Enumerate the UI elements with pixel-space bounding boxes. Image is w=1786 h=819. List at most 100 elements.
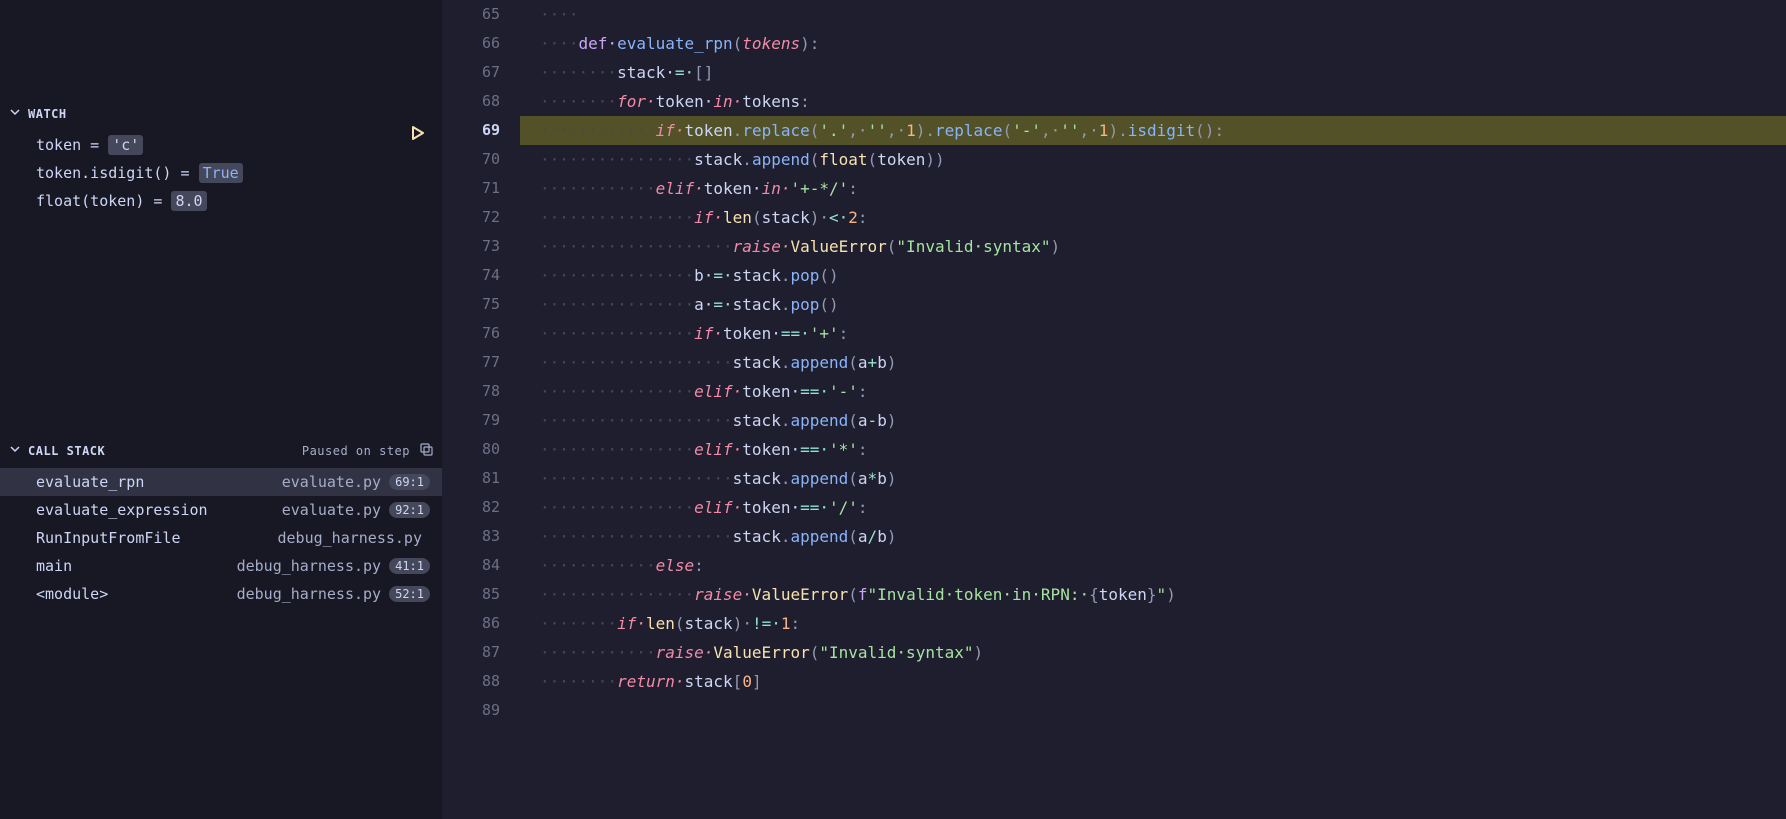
watch-value: 'c' [108, 135, 143, 155]
token: len [646, 614, 675, 633]
code-line[interactable]: ····················raise·ValueError("In… [520, 232, 1786, 261]
code-area[interactable]: ········def·evaluate_rpn(tokens):·······… [520, 0, 1786, 819]
code-line[interactable]: ············elif·token·in·'+-*/': [520, 174, 1786, 203]
watch-title: WATCH [28, 107, 67, 121]
whitespace: ···················· [540, 527, 733, 546]
line-number[interactable]: 70 [442, 145, 500, 174]
call-stack-section-header[interactable]: CALL STACK Paused on step [0, 435, 442, 466]
line-number[interactable]: 77 [442, 348, 500, 377]
code-line[interactable]: ············if·token.replace('.',·'',·1)… [520, 116, 1786, 145]
token: else [656, 556, 695, 575]
code-line[interactable]: ····def·evaluate_rpn(tokens): [520, 29, 1786, 58]
whitespace: ················ [540, 150, 694, 169]
code-line[interactable]: ················if·len(stack)·<·2: [520, 203, 1786, 232]
line-number[interactable]: 71 [442, 174, 500, 203]
token: stack [733, 295, 781, 314]
whitespace: ············ [540, 121, 656, 140]
code-line[interactable]: ················elif·token·==·'*': [520, 435, 1786, 464]
line-number[interactable]: 86 [442, 609, 500, 638]
token: append [790, 469, 848, 488]
line-number[interactable]: 74 [442, 261, 500, 290]
line-number[interactable]: 85 [442, 580, 500, 609]
line-number[interactable]: 69 [442, 116, 500, 145]
code-line[interactable]: ········for·token·in·tokens: [520, 87, 1786, 116]
watch-item[interactable]: float(token) = 8.0 [36, 187, 442, 215]
stack-frame[interactable]: RunInputFromFiledebug_harness.py [0, 524, 442, 552]
code-line[interactable]: ············else: [520, 551, 1786, 580]
code-line[interactable]: ········if·len(stack)·!=·1: [520, 609, 1786, 638]
token: stack [733, 527, 781, 546]
token: )· [733, 614, 752, 633]
token: token [877, 150, 925, 169]
line-number[interactable]: 79 [442, 406, 500, 435]
chevron-down-icon [8, 106, 22, 121]
current-execution-icon [410, 122, 426, 138]
stack-frame[interactable]: <module>debug_harness.py52:1 [0, 580, 442, 608]
line-number[interactable]: 89 [442, 696, 500, 725]
line-number[interactable]: 84 [442, 551, 500, 580]
line-number[interactable]: 68 [442, 87, 500, 116]
stack-frame[interactable]: evaluate_expressionevaluate.py92:1 [0, 496, 442, 524]
line-number[interactable]: 88 [442, 667, 500, 696]
code-editor[interactable]: 6566676869707172737475767778798081828384… [442, 0, 1786, 819]
token: append [790, 353, 848, 372]
line-number[interactable]: 82 [442, 493, 500, 522]
equals: = [171, 164, 198, 182]
token: ( [810, 643, 820, 662]
code-line[interactable]: ········return·stack[0] [520, 667, 1786, 696]
code-line[interactable]: ················if·token·==·'+': [520, 319, 1786, 348]
line-number[interactable]: 72 [442, 203, 500, 232]
code-line[interactable]: ····················stack.append(a/b) [520, 522, 1786, 551]
code-line[interactable]: ········stack·=·[] [520, 58, 1786, 87]
watch-section-header[interactable]: WATCH [0, 100, 442, 127]
code-line[interactable]: ················raise·ValueError(f"Inval… [520, 580, 1786, 609]
code-line[interactable]: ················b·=·stack.pop() [520, 261, 1786, 290]
token: return· [617, 672, 684, 691]
code-line[interactable]: ············raise·ValueError("Invalid·sy… [520, 638, 1786, 667]
watch-item[interactable]: token = 'c' [36, 131, 442, 159]
line-number[interactable]: 87 [442, 638, 500, 667]
token: * [868, 469, 878, 488]
code-line[interactable]: ···· [520, 0, 1786, 29]
token: 1 [781, 614, 791, 633]
watch-item[interactable]: token.isdigit() = True [36, 159, 442, 187]
line-number[interactable]: 75 [442, 290, 500, 319]
token: <· [829, 208, 848, 227]
code-line[interactable]: ················stack.append(float(token… [520, 145, 1786, 174]
whitespace: ···················· [540, 237, 733, 256]
whitespace: ···· [540, 5, 579, 24]
line-number[interactable]: 66 [442, 29, 500, 58]
code-line[interactable]: ····················stack.append(a-b) [520, 406, 1786, 435]
line-number[interactable]: 65 [442, 0, 500, 29]
line-number[interactable]: 67 [442, 58, 500, 87]
stack-frame[interactable]: evaluate_rpnevaluate.py69:1 [0, 468, 442, 496]
code-line[interactable]: ················elif·token·==·'/': [520, 493, 1786, 522]
code-line[interactable]: ················a·=·stack.pop() [520, 290, 1786, 319]
code-line[interactable]: ····················stack.append(a*b) [520, 464, 1786, 493]
line-number[interactable]: 78 [442, 377, 500, 406]
spacer [0, 215, 442, 435]
line-number[interactable]: 81 [442, 464, 500, 493]
code-line[interactable]: ····················stack.append(a+b) [520, 348, 1786, 377]
line-number[interactable]: 83 [442, 522, 500, 551]
stack-frame[interactable]: maindebug_harness.py41:1 [0, 552, 442, 580]
token: : [800, 92, 810, 111]
token: ,· [1041, 121, 1060, 140]
copy-stack-icon[interactable] [418, 441, 434, 460]
token: ) [973, 643, 983, 662]
watch-value: 8.0 [171, 191, 206, 211]
token: b [877, 353, 887, 372]
line-number[interactable]: 76 [442, 319, 500, 348]
debug-sidebar: WATCH token = 'c'token.isdigit() = Truef… [0, 0, 442, 819]
token: token· [704, 179, 762, 198]
stack-function: RunInputFromFile [36, 529, 278, 547]
token: ] [752, 672, 762, 691]
code-line[interactable] [520, 696, 1786, 725]
line-number[interactable]: 80 [442, 435, 500, 464]
line-number[interactable]: 73 [442, 232, 500, 261]
code-line[interactable]: ················elif·token·==·'-': [520, 377, 1786, 406]
token: "Invalid·token·in·RPN:· [868, 585, 1090, 604]
token: " [1157, 585, 1167, 604]
whitespace: ···················· [540, 411, 733, 430]
watch-items: token = 'c'token.isdigit() = Truefloat(t… [0, 127, 442, 215]
